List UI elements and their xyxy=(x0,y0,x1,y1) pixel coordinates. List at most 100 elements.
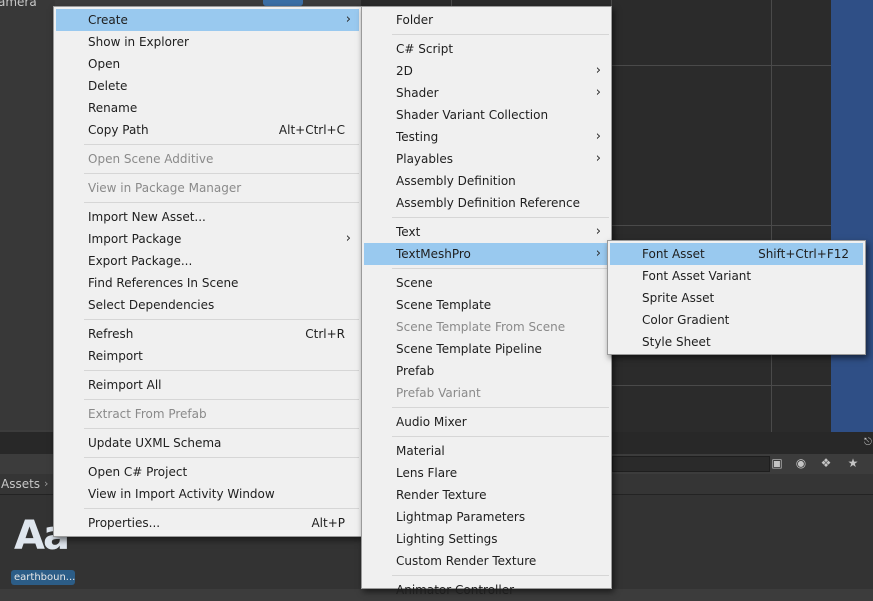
menu-separator xyxy=(84,144,359,145)
lock-icon[interactable]: ⎋ xyxy=(864,437,872,448)
tmp-item-sprite-asset[interactable]: Sprite Asset xyxy=(610,287,863,309)
context-item-update-uxml-schema[interactable]: Update UXML Schema xyxy=(56,432,359,454)
menu-item-label: Sprite Asset xyxy=(642,291,715,305)
create-item-audio-mixer[interactable]: Audio Mixer xyxy=(364,411,609,433)
context-item-select-dependencies[interactable]: Select Dependencies xyxy=(56,294,359,316)
menu-item-label: Render Texture xyxy=(396,488,487,502)
menu-item-label: Open xyxy=(88,57,121,71)
create-item-playables[interactable]: Playables › xyxy=(364,148,609,170)
menu-separator xyxy=(392,575,609,576)
menu-item-label: Testing xyxy=(396,130,439,144)
hierarchy-item-label[interactable]: amera xyxy=(0,0,37,9)
menu-item-label: Select Dependencies xyxy=(88,298,215,312)
menu-separator xyxy=(392,407,609,408)
menu-item-label: Playables xyxy=(396,152,453,166)
menu-separator xyxy=(84,173,359,174)
create-item-scene-template-pipeline[interactable]: Scene Template Pipeline xyxy=(364,338,609,360)
chevron-right-icon: › xyxy=(595,224,601,239)
create-item-assembly-definition-reference[interactable]: Assembly Definition Reference xyxy=(364,192,609,214)
asset-name-label[interactable]: earthboun... xyxy=(11,570,75,585)
menu-separator xyxy=(84,370,359,371)
menu-item-label: View in Package Manager xyxy=(88,181,242,195)
breadcrumb-chevron-icon: › xyxy=(44,477,49,490)
create-item-folder[interactable]: Folder xyxy=(364,9,609,31)
menu-item-label: Custom Render Texture xyxy=(396,554,537,568)
create-item-lighting-settings[interactable]: Lighting Settings xyxy=(364,528,609,550)
create-item-lens-flare[interactable]: Lens Flare xyxy=(364,462,609,484)
create-item-scene-template[interactable]: Scene Template xyxy=(364,294,609,316)
create-item-2d[interactable]: 2D › xyxy=(364,60,609,82)
menu-item-label: Open Scene Additive xyxy=(88,152,214,166)
create-item-testing[interactable]: Testing › xyxy=(364,126,609,148)
context-item-refresh[interactable]: Refresh Ctrl+R xyxy=(56,323,359,345)
context-item-view-in-import-activity-window[interactable]: View in Import Activity Window xyxy=(56,483,359,505)
chevron-right-icon: › xyxy=(345,12,351,27)
menu-item-label: Assembly Definition xyxy=(396,174,516,188)
create-item-animator-controller[interactable]: Animator Controller xyxy=(364,579,609,601)
create-item-prefab-variant: Prefab Variant xyxy=(364,382,609,404)
menu-item-label: Properties... xyxy=(88,516,161,530)
menu-separator xyxy=(392,217,609,218)
menu-item-label: Scene Template Pipeline xyxy=(396,342,542,356)
create-item-prefab[interactable]: Prefab xyxy=(364,360,609,382)
menu-item-shortcut: Alt+P xyxy=(311,516,345,530)
menu-item-label: Audio Mixer xyxy=(396,415,467,429)
create-item-material[interactable]: Material xyxy=(364,440,609,462)
favorite-star-icon[interactable]: ★ xyxy=(845,455,861,471)
menu-separator xyxy=(392,34,609,35)
search-by-type-icon[interactable]: ▣ xyxy=(769,455,785,471)
context-item-reimport-all[interactable]: Reimport All xyxy=(56,374,359,396)
tmp-item-color-gradient[interactable]: Color Gradient xyxy=(610,309,863,331)
create-item-c-script[interactable]: C# Script xyxy=(364,38,609,60)
context-item-import-package[interactable]: Import Package › xyxy=(56,228,359,250)
tmp-item-style-sheet[interactable]: Style Sheet xyxy=(610,331,863,353)
menu-separator xyxy=(84,508,359,509)
menu-item-shortcut: Alt+Ctrl+C xyxy=(278,123,345,137)
menu-item-label: Assembly Definition Reference xyxy=(396,196,581,210)
context-item-import-new-asset[interactable]: Import New Asset... xyxy=(56,206,359,228)
menu-item-shortcut: Shift+Ctrl+F12 xyxy=(758,247,849,261)
create-item-custom-render-texture[interactable]: Custom Render Texture xyxy=(364,550,609,572)
create-item-text[interactable]: Text › xyxy=(364,221,609,243)
menu-item-label: Style Sheet xyxy=(642,335,711,349)
context-item-open-c-project[interactable]: Open C# Project xyxy=(56,461,359,483)
create-item-scene[interactable]: Scene xyxy=(364,272,609,294)
context-item-open[interactable]: Open xyxy=(56,53,359,75)
create-item-lightmap-parameters[interactable]: Lightmap Parameters xyxy=(364,506,609,528)
menu-item-label: Scene Template From Scene xyxy=(396,320,566,334)
create-item-textmeshpro[interactable]: TextMeshPro › xyxy=(364,243,609,265)
menu-item-label: Open C# Project xyxy=(88,465,188,479)
context-item-export-package[interactable]: Export Package... xyxy=(56,250,359,272)
tmp-item-font-asset[interactable]: Font Asset Shift+Ctrl+F12 xyxy=(610,243,863,265)
menu-separator xyxy=(84,428,359,429)
create-submenu: Folder C# Script 2D › Shader › Shader Variant … xyxy=(361,6,612,597)
chevron-right-icon: › xyxy=(595,151,601,166)
create-item-shader[interactable]: Shader › xyxy=(364,82,609,104)
menu-item-label: Scene xyxy=(396,276,433,290)
breadcrumb-assets[interactable]: Assets xyxy=(1,477,40,491)
menu-item-label: C# Script xyxy=(396,42,454,56)
menu-item-label: Reimport xyxy=(88,349,143,363)
chevron-right-icon: › xyxy=(595,63,601,78)
context-item-reimport[interactable]: Reimport xyxy=(56,345,359,367)
tmp-item-font-asset-variant[interactable]: Font Asset Variant xyxy=(610,265,863,287)
context-item-open-scene-additive: Open Scene Additive xyxy=(56,148,359,170)
context-item-copy-path[interactable]: Copy Path Alt+Ctrl+C xyxy=(56,119,359,141)
project-search-input[interactable] xyxy=(612,456,770,472)
context-item-delete[interactable]: Delete xyxy=(56,75,359,97)
menu-item-label: Font Asset xyxy=(642,247,705,261)
context-item-rename[interactable]: Rename xyxy=(56,97,359,119)
create-item-render-texture[interactable]: Render Texture xyxy=(364,484,609,506)
context-item-create[interactable]: Create › xyxy=(56,9,359,31)
filter-by-type-icon[interactable]: ◉ xyxy=(793,455,809,471)
context-item-find-references-in-scene[interactable]: Find References In Scene xyxy=(56,272,359,294)
context-item-properties[interactable]: Properties... Alt+P xyxy=(56,512,359,534)
filter-by-label-icon[interactable]: ❖ xyxy=(818,455,834,471)
menu-item-label: Rename xyxy=(88,101,138,115)
menu-item-label: Color Gradient xyxy=(642,313,730,327)
menu-item-label: Lens Flare xyxy=(396,466,458,480)
textmeshpro-submenu: Font Asset Shift+Ctrl+F12 Font Asset Varia… xyxy=(607,240,866,355)
context-item-show-in-explorer[interactable]: Show in Explorer xyxy=(56,31,359,53)
create-item-assembly-definition[interactable]: Assembly Definition xyxy=(364,170,609,192)
create-item-shader-variant-collection[interactable]: Shader Variant Collection xyxy=(364,104,609,126)
